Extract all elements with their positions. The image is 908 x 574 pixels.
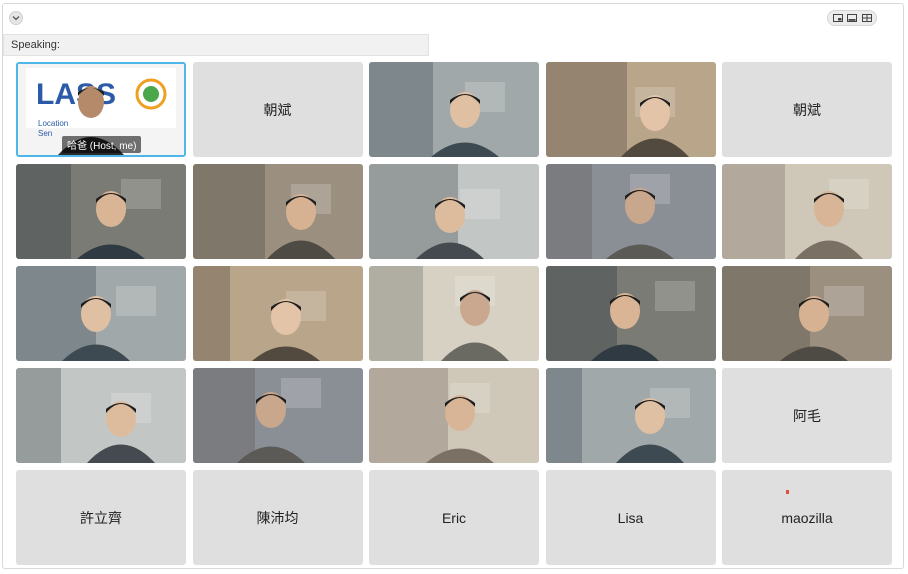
video-feed [722,266,892,361]
participant-tile[interactable] [16,368,186,463]
participant-tile[interactable] [369,164,539,259]
speaking-indicator: Speaking: [3,34,429,56]
participant-tile[interactable]: 朝斌 [722,62,892,157]
participant-name: 朝斌 [263,101,292,118]
video-feed [369,164,539,259]
participant-tile[interactable]: 朝斌 [192,62,363,157]
view-switcher [827,10,877,26]
participant-name: Eric [441,509,467,526]
participant-name: Lisa [617,509,644,526]
participant-name: 阿毛 [793,407,821,424]
participant-tile[interactable]: 陳沛均 [192,470,363,565]
svg-text:Sen: Sen [38,129,52,138]
participant-tile[interactable] [369,368,539,463]
filmstrip-view-icon [847,14,857,22]
mouse-cursor [786,490,789,494]
participant-tile[interactable]: 許立齊 [16,470,186,565]
participant-tile[interactable] [192,266,363,361]
gallery-view-button[interactable] [861,14,872,22]
video-feed [16,368,186,463]
participant-tile[interactable]: maozilla [722,470,892,565]
participant-tile[interactable]: LASS Location Sen 哈爸 (Host, me) [16,62,186,157]
participant-tile[interactable] [16,164,186,259]
participant-name: maozilla [781,509,833,526]
video-feed [545,368,716,463]
participant-tile[interactable] [16,266,186,361]
video-feed [192,164,363,259]
participant-name: 陳沛均 [256,509,299,526]
video-feed [192,368,363,463]
video-feed [16,164,186,259]
participant-tile[interactable] [722,164,892,259]
svg-text:LASS: LASS [36,78,116,111]
participant-tile[interactable] [545,368,716,463]
chevron-down-icon [12,16,20,21]
participant-tile[interactable] [545,164,716,259]
participant-tile[interactable] [369,266,539,361]
speaker-view-icon [832,14,843,22]
participant-tile[interactable] [722,266,892,361]
participant-tile[interactable] [192,368,363,463]
video-feed [545,62,716,157]
filmstrip-view-button[interactable] [847,14,857,22]
participant-tile[interactable]: Eric [369,470,539,565]
video-feed [16,266,186,361]
video-feed [369,62,539,157]
video-feed [192,266,363,361]
video-feed [722,164,892,259]
collapse-button[interactable] [9,11,23,25]
gallery-view-icon [861,14,872,22]
video-feed [369,266,539,361]
speaker-view-button[interactable] [832,14,843,22]
participant-name: 朝斌 [793,101,821,118]
participant-tile[interactable] [192,164,363,259]
participant-name-label: 哈爸 (Host, me) [62,136,142,153]
participant-gallery: LASS Location Sen 哈爸 (Host, me) 朝斌 朝斌 阿毛… [16,62,894,565]
svg-text:Location: Location [38,119,68,128]
video-feed [369,368,539,463]
participant-tile[interactable]: Lisa [545,470,716,565]
participant-tile[interactable] [545,62,716,157]
video-feed [545,164,716,259]
video-feed [545,266,716,361]
participant-tile[interactable] [545,266,716,361]
participant-name: 許立齊 [80,509,122,526]
participant-tile[interactable]: 阿毛 [722,368,892,463]
participant-tile[interactable] [369,62,539,157]
